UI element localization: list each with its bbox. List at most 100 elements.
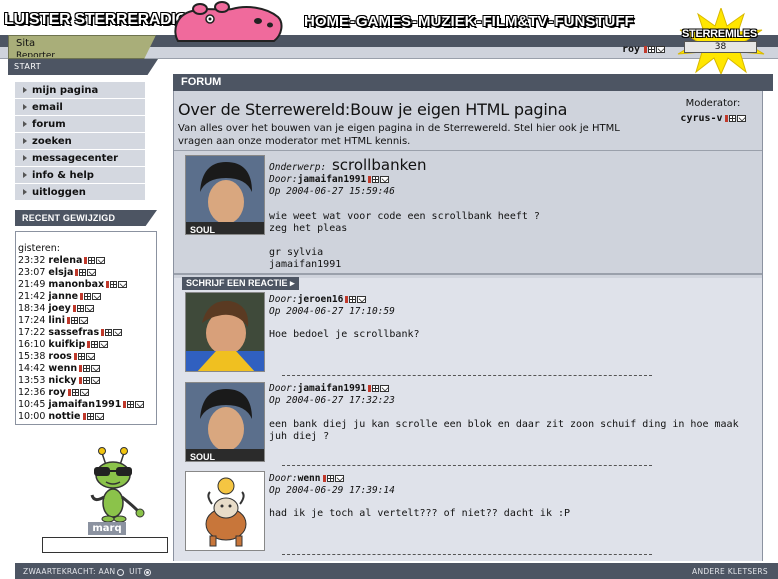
start-label: START [14,62,42,71]
recent-user[interactable]: nicky [48,375,76,386]
forum-section-label: FORUM [181,76,222,88]
mail-icon[interactable] [78,317,88,324]
mail-icon[interactable] [736,114,746,122]
nav-film-tv[interactable]: FILM&TV [483,13,548,30]
add-friend-icon[interactable] [79,269,87,276]
mail-icon[interactable] [334,475,344,482]
add-friend-icon[interactable] [84,293,92,300]
moderator-name[interactable]: cyrus-v [680,113,722,124]
mail-icon[interactable] [91,365,101,372]
start-bar[interactable]: START [8,59,158,75]
sidebar-item-mijn-pagina[interactable]: mijn pagina [15,82,145,99]
sidebar-item-uitloggen[interactable]: uitloggen [15,184,145,201]
gravity-on-radio[interactable] [117,568,125,576]
mail-icon[interactable] [87,269,97,276]
gravity-setting: ZWAARTEKRACHT: AAN UIT [23,567,153,576]
mail-icon[interactable] [84,305,94,312]
sidebar-item-label: mijn pagina [32,84,99,96]
recent-user-actions [84,257,106,264]
add-friend-icon[interactable] [349,296,357,303]
avatar[interactable]: SOUL [185,382,265,462]
post-author[interactable]: wenn [298,473,321,484]
nav-muziek[interactable]: MUZIEK [418,13,476,30]
mascot-chat-input[interactable] [42,537,168,553]
post-author[interactable]: jeroen16 [298,294,344,305]
mail-icon[interactable] [357,296,367,303]
add-friend-icon[interactable] [127,401,135,408]
add-friend-icon[interactable] [77,353,85,360]
recent-user[interactable]: lini [48,315,65,326]
nav-games[interactable]: GAMES [356,13,411,30]
add-friend-icon[interactable] [88,257,96,264]
mail-icon[interactable] [92,293,102,300]
add-friend-icon[interactable] [91,341,99,348]
other-chatters-link[interactable]: ANDERE KLETSERS [692,567,768,576]
mail-icon[interactable] [79,389,89,396]
flag-icon [106,281,110,288]
sidebar-item-zoeken[interactable]: zoeken [15,133,145,150]
recent-item: 10:00 nottie [18,411,155,423]
post-author[interactable]: jamaifan1991 [298,174,367,185]
add-friend-icon[interactable] [71,389,79,396]
recent-user[interactable]: relena [48,255,82,266]
add-friend-icon[interactable] [648,46,656,53]
mail-icon[interactable] [90,377,100,384]
gravity-off-radio[interactable] [144,568,152,576]
mail-icon[interactable] [380,176,390,183]
mail-icon[interactable] [96,257,106,264]
mail-icon[interactable] [118,281,128,288]
add-friend-icon[interactable] [76,305,84,312]
arrow-right-icon [23,121,27,127]
site-logo[interactable]: LUISTER STERRERADIO [4,11,188,29]
sterremiles-badge[interactable]: STERREMILES 38 [674,8,768,74]
forum-section-bar: FORUM [173,74,773,91]
recent-user-actions [72,305,94,312]
mail-icon[interactable] [99,341,109,348]
add-friend-icon[interactable] [372,176,380,183]
mail-icon[interactable] [85,353,95,360]
mail-icon[interactable] [656,46,666,53]
mail-icon[interactable] [135,401,145,408]
recent-user[interactable]: roos [48,351,71,362]
avatar[interactable] [185,292,265,372]
recent-user[interactable]: janne [48,291,78,302]
recent-changes-title: RECENT GEWIJZIGD [22,213,116,223]
avatar[interactable] [185,471,265,551]
add-friend-icon[interactable] [86,413,94,420]
add-friend-icon[interactable] [372,385,380,392]
add-friend-icon[interactable] [70,317,78,324]
recent-user[interactable]: joey [48,303,70,314]
add-friend-icon[interactable] [728,114,736,122]
add-friend-icon[interactable] [110,281,118,288]
sidebar-item-info-help[interactable]: info & help [15,167,145,184]
flag-icon [72,305,76,312]
add-friend-icon[interactable] [105,329,113,336]
flag-icon [78,377,82,384]
sidebar-item-forum[interactable]: forum [15,116,145,133]
cartoon-bull-icon [186,472,264,550]
recent-user[interactable]: manonbax [48,279,104,290]
top-navigation: HOME - GAMES - MUZIEK - FILM&TV - FUNSTU… [304,13,634,30]
current-user-name[interactable]: roy [622,44,640,55]
recent-user[interactable]: roy [48,387,65,398]
recent-time: 17:24 [18,315,46,326]
mail-icon[interactable] [94,413,104,420]
recent-user[interactable]: jamaifan1991 [48,399,121,410]
add-friend-icon[interactable] [82,377,90,384]
recent-user[interactable]: elsja [48,267,73,278]
sidebar-item-email[interactable]: email [15,99,145,116]
recent-user[interactable]: sassefras [48,327,99,338]
add-friend-icon[interactable] [326,475,334,482]
recent-user[interactable]: wenn [48,363,77,374]
mail-icon[interactable] [113,329,123,336]
add-friend-icon[interactable] [83,365,91,372]
recent-user[interactable]: nottie [48,411,80,422]
recent-time: 12:36 [18,387,46,398]
recent-user[interactable]: kuifkip [48,339,85,350]
post-author[interactable]: jamaifan1991 [298,383,367,394]
nav-funstuff[interactable]: FUNSTUFF [555,13,634,30]
nav-home[interactable]: HOME [304,13,349,30]
avatar[interactable]: SOUL [185,155,265,235]
sidebar-item-messagecenter[interactable]: messagecenter [15,150,145,167]
mail-icon[interactable] [380,385,390,392]
